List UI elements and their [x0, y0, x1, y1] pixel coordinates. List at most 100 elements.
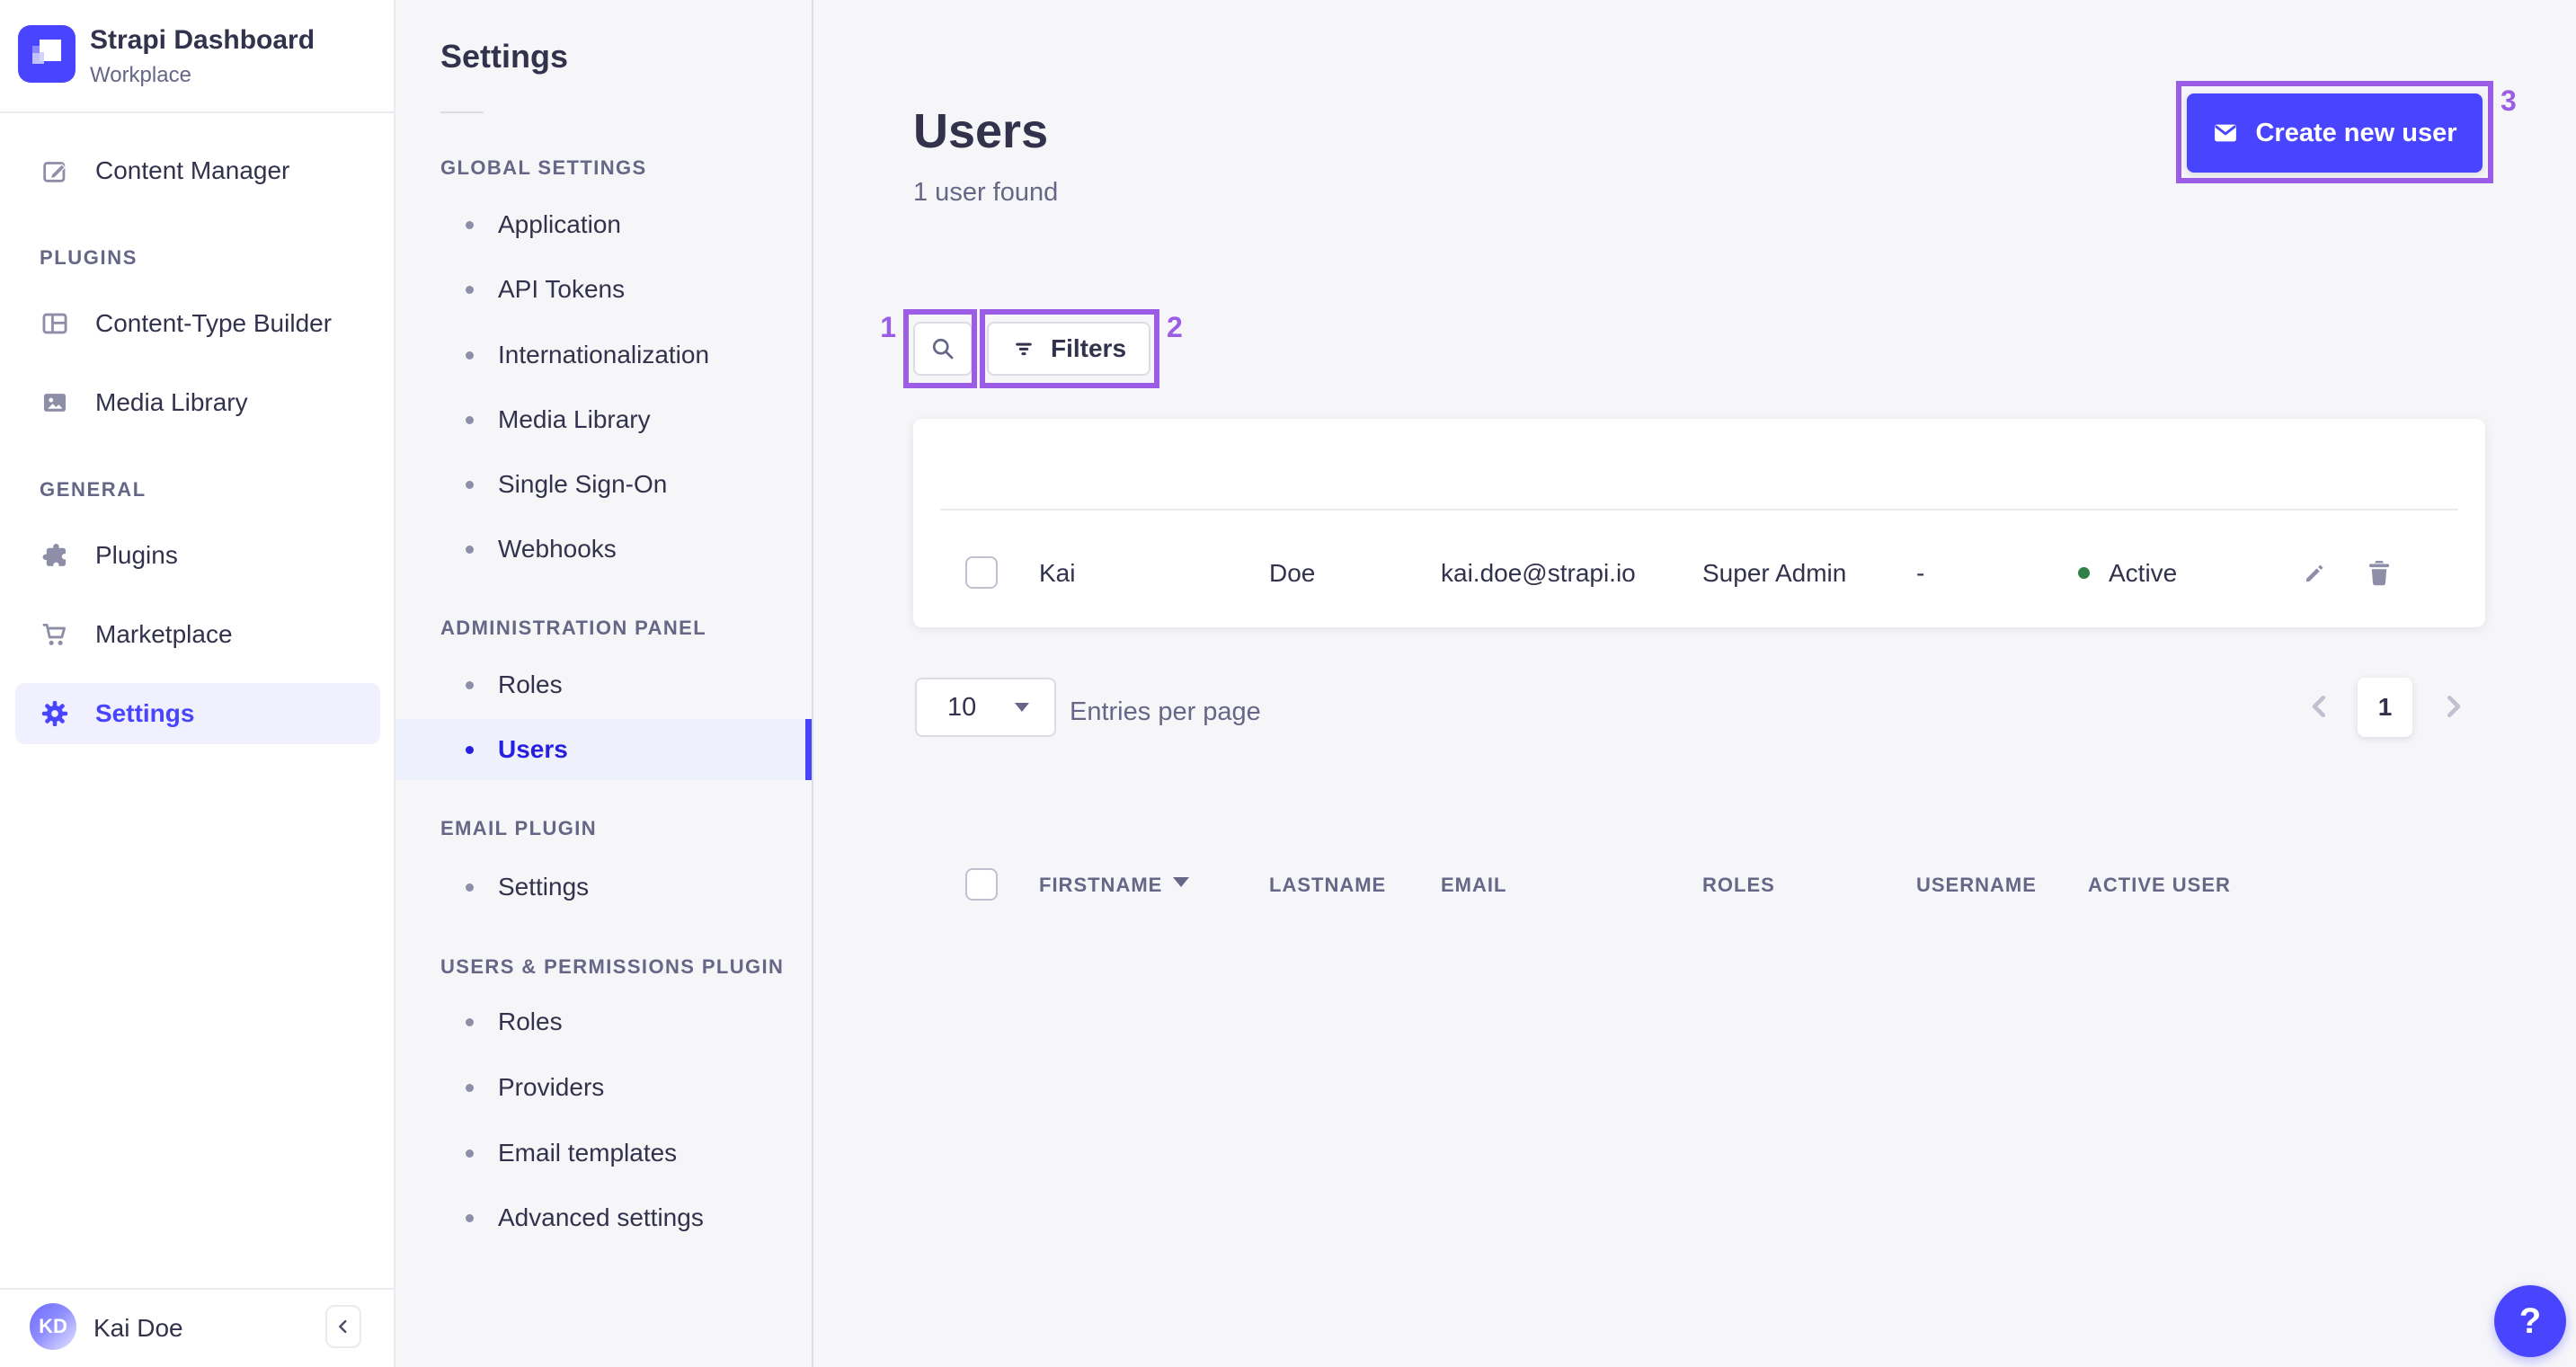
subnav-item-roles-up[interactable]: Roles: [395, 997, 812, 1047]
bullet-icon: [466, 1213, 474, 1222]
bullet-icon: [466, 415, 474, 424]
sidebar-section-plugins: PLUGINS: [40, 246, 138, 269]
delete-row-icon[interactable]: [2362, 555, 2396, 590]
search-icon: [929, 335, 956, 362]
cell-firstname: Kai: [1039, 559, 1076, 587]
app-title: Strapi Dashboard: [90, 25, 315, 55]
edit-row-icon[interactable]: [2296, 555, 2330, 590]
column-header-firstname[interactable]: FIRSTNAME: [1039, 874, 1162, 897]
subnav-item-label: Users: [498, 735, 568, 763]
subnav-title: Settings: [440, 38, 569, 75]
cell-active-status: Active: [2109, 559, 2178, 587]
mail-icon: [2212, 120, 2239, 146]
gear-icon: [40, 698, 70, 729]
subnav-item-email-settings[interactable]: Settings: [395, 862, 812, 912]
page-number: 1: [2377, 693, 2393, 721]
subnav-item-single-sign-on[interactable]: Single Sign-On: [395, 459, 812, 510]
sidebar-item-label: Settings: [95, 699, 195, 727]
sidebar-item-label: Media Library: [95, 388, 248, 416]
column-header-username[interactable]: USERNAME: [1916, 874, 2037, 897]
users-table: FIRSTNAME LASTNAME EMAIL ROLES USERNAME …: [913, 419, 2485, 901]
subnav-section-global-settings: GLOBAL SETTINGS: [440, 156, 647, 179]
column-header-email[interactable]: EMAIL: [1441, 874, 1506, 897]
subnav-item-roles-admin[interactable]: Roles: [395, 660, 812, 710]
subnav-item-label: Webhooks: [498, 535, 617, 563]
sidebar-item-label: Content Manager: [95, 156, 290, 184]
sidebar-collapse-button[interactable]: [325, 1305, 361, 1348]
filter-icon: [1011, 336, 1036, 361]
create-new-user-button[interactable]: Create new user: [2187, 93, 2483, 173]
column-header-lastname[interactable]: LASTNAME: [1269, 874, 1386, 897]
search-button[interactable]: [913, 322, 973, 376]
previous-page-icon[interactable]: [2304, 690, 2336, 723]
subnav-item-label: Single Sign-On: [498, 470, 668, 498]
annotation-label-2: 2: [1167, 311, 1183, 343]
cell-email: kai.doe@strapi.io: [1441, 559, 1636, 587]
subnav-item-advanced-settings[interactable]: Advanced settings: [395, 1193, 812, 1243]
chevron-left-icon: [333, 1317, 353, 1336]
image-icon: [40, 387, 70, 418]
subnav-item-label: Settings: [498, 873, 590, 901]
column-header-roles[interactable]: ROLES: [1702, 874, 1775, 897]
subnav-item-label: API Tokens: [498, 275, 626, 303]
active-item-indicator: [805, 719, 812, 780]
subnav-item-providers[interactable]: Providers: [395, 1062, 812, 1113]
subnav-item-application[interactable]: Application: [395, 200, 812, 250]
next-page-icon[interactable]: [2437, 690, 2469, 723]
sidebar-header-divider: [0, 111, 394, 113]
strapi-logo: [18, 25, 76, 83]
subnav-item-email-templates[interactable]: Email templates: [395, 1128, 812, 1178]
entries-per-page-label: Entries per page: [1070, 697, 1261, 726]
subnav-item-internationalization[interactable]: Internationalization: [395, 330, 812, 380]
table-header-divider: [940, 509, 2458, 510]
subnav-item-users[interactable]: Users: [395, 719, 812, 780]
subnav-section-administration-panel: ADMINISTRATION PANEL: [440, 617, 707, 639]
workspace-label: Workplace: [90, 63, 191, 87]
settings-subnav: Settings GLOBAL SETTINGS Application API…: [395, 0, 813, 1367]
subnav-item-label: Roles: [498, 670, 563, 698]
annotation-label-3: 3: [2500, 84, 2517, 117]
sidebar-item-label: Content-Type Builder: [95, 309, 333, 337]
subnav-item-media-library[interactable]: Media Library: [395, 395, 812, 445]
user-count: 1 user found: [913, 178, 1059, 207]
cell-roles: Super Admin: [1702, 559, 1847, 587]
bullet-icon: [466, 745, 474, 754]
user-name: Kai Doe: [93, 1314, 183, 1342]
page-size-select[interactable]: 10: [915, 678, 1056, 737]
active-status-dot: [2078, 567, 2090, 579]
sidebar-item-settings[interactable]: Settings: [15, 683, 380, 744]
main-sidebar: Strapi Dashboard Workplace Content Manag…: [0, 0, 395, 1367]
sort-caret-icon[interactable]: [1173, 877, 1189, 887]
chevron-down-icon: [1015, 703, 1029, 712]
page-number-button[interactable]: 1: [2358, 678, 2412, 737]
filters-button[interactable]: Filters: [987, 322, 1150, 376]
bullet-icon: [466, 1149, 474, 1158]
edit-icon: [40, 155, 70, 186]
select-all-checkbox[interactable]: [965, 868, 998, 901]
sidebar-item-marketplace[interactable]: Marketplace: [0, 606, 395, 663]
page-title: Users: [913, 104, 1049, 158]
bullet-icon: [466, 545, 474, 554]
cell-username: -: [1916, 559, 1925, 587]
cart-icon: [40, 619, 70, 650]
sidebar-item-content-type-builder[interactable]: Content-Type Builder: [0, 295, 395, 352]
help-button[interactable]: ?: [2494, 1285, 2566, 1357]
subnav-item-label: Application: [498, 210, 621, 238]
subnav-item-api-tokens[interactable]: API Tokens: [395, 264, 812, 315]
sidebar-item-content-manager[interactable]: Content Manager: [0, 142, 395, 200]
subnav-item-webhooks[interactable]: Webhooks: [395, 524, 812, 574]
sidebar-item-media-library[interactable]: Media Library: [0, 374, 395, 431]
row-checkbox[interactable]: [965, 556, 998, 589]
filters-label: Filters: [1050, 334, 1127, 362]
sidebar-item-plugins[interactable]: Plugins: [0, 527, 395, 584]
subnav-section-email-plugin: EMAIL PLUGIN: [440, 817, 598, 839]
subnav-item-label: Advanced settings: [498, 1203, 704, 1231]
sidebar-footer-divider: [0, 1288, 394, 1290]
bullet-icon: [466, 285, 474, 294]
subnav-divider: [440, 111, 484, 113]
subnav-section-users-permissions: USERS & PERMISSIONS PLUGIN: [440, 955, 785, 978]
avatar[interactable]: KD: [30, 1303, 76, 1350]
column-header-active-user[interactable]: ACTIVE USER: [2088, 874, 2231, 897]
bullet-icon: [466, 1017, 474, 1026]
bullet-icon: [466, 883, 474, 892]
